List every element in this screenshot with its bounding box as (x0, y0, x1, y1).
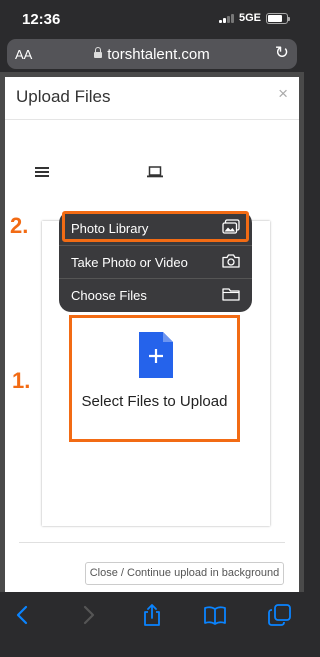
tabs-icon[interactable] (268, 604, 292, 626)
lock-icon (94, 47, 103, 58)
camera-icon (222, 254, 240, 268)
status-indicators: 5GE (218, 12, 290, 24)
reload-icon[interactable]: ↻ (275, 43, 289, 63)
select-files-dropzone[interactable]: Select Files to Upload (69, 315, 240, 442)
close-icon[interactable]: × (278, 84, 288, 104)
divider (5, 119, 299, 120)
menu-icon[interactable] (35, 167, 49, 177)
signal-icon (218, 13, 234, 23)
address-bar[interactable]: AA torshtalent.com ↻ (7, 39, 297, 69)
step-2-label: 2. (10, 213, 29, 238)
file-icon (139, 332, 173, 378)
menu-item-choose-files[interactable]: Choose Files (59, 278, 252, 312)
select-files-label: Select Files to Upload (81, 393, 228, 410)
network-type: 5GE (238, 12, 261, 24)
forward-icon[interactable] (76, 604, 100, 626)
folder-icon (222, 288, 240, 301)
menu-item-take-photo[interactable]: Take Photo or Video (59, 245, 252, 279)
close-continue-button[interactable]: Close / Continue upload in background (85, 562, 284, 585)
divider (19, 542, 285, 543)
photo-library-highlight (62, 211, 249, 242)
share-icon[interactable] (140, 604, 164, 626)
browser-toolbar (0, 592, 304, 657)
step-1-label: 1. (12, 368, 31, 393)
battery-icon (266, 12, 290, 24)
status-time: 12:36 (22, 11, 61, 28)
modal-title: Upload Files (16, 87, 111, 106)
status-bar: 12:36 5GE (0, 0, 304, 36)
back-icon[interactable] (11, 604, 35, 626)
laptop-icon[interactable] (147, 166, 163, 178)
url-text: torshtalent.com (107, 46, 210, 63)
menu-item-label: Choose Files (71, 288, 147, 303)
url-display[interactable]: torshtalent.com (7, 46, 297, 63)
menu-item-label: Take Photo or Video (71, 255, 188, 270)
bookmarks-icon[interactable] (203, 604, 227, 626)
